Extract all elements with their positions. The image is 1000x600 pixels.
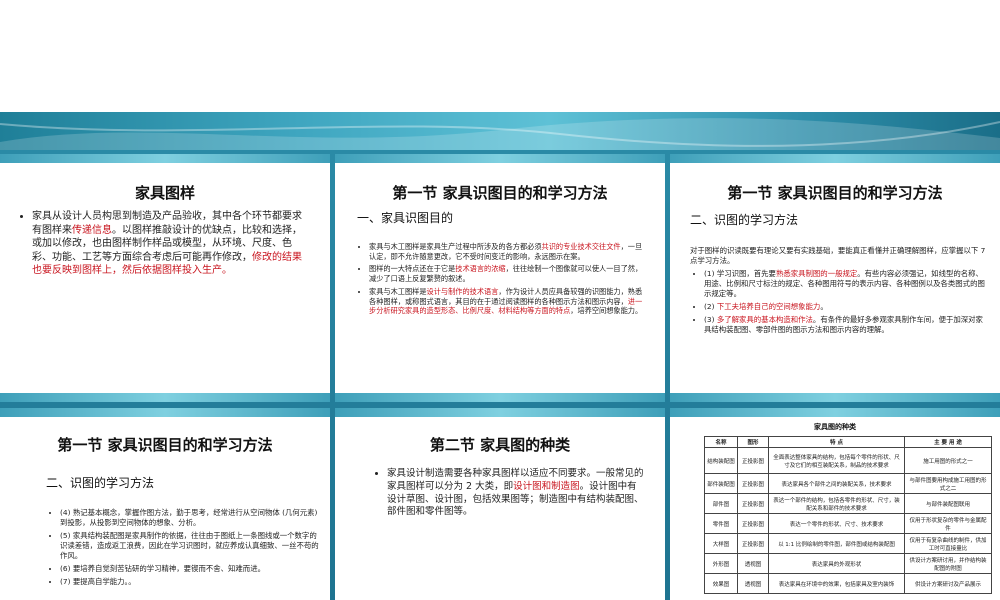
table-row: 大样图 正投影图 以 1:1 比例绘制的零件图，部件图或结构装配图 仅用于有复杂…	[704, 533, 992, 554]
bullet-item: (6) 要培养自觉刻苦钻研的学习精神，要锲而不舍、知难而进。	[60, 564, 322, 574]
slide-title: 第二节 家具图的种类	[429, 436, 571, 454]
table-cell: 表达家具各个部件之间的装配关系，技术要求	[768, 473, 905, 494]
table-cell: 部件装配图	[704, 473, 738, 494]
slide-bottom-strip	[335, 393, 665, 402]
slide-title: 家具图样	[134, 184, 195, 202]
bullet-item: (3) 多了解家具的基本构造和作法。有条件的最好多参观家具制作车间，便于加深对家…	[704, 315, 986, 335]
table-cell: 透视图	[737, 573, 769, 594]
bullet-item: 图样的一大特点还在于它是技术语言的浓缩，往往绘制一个图像就可以使人一目了然，减少…	[369, 264, 649, 283]
slide-thumbnail-5[interactable]: 第二节 家具图的种类 家具设计制造需要各种家具图样以适应不同要求。一般常见的家具…	[335, 408, 665, 600]
table-cell: 正投影图	[737, 493, 769, 514]
table-header-row: 名称 图形 特 点 主 要 用 途	[704, 436, 992, 448]
bullet-item: (5) 家具结构装配图是家具制作的依据，往往由于图纸上一条图线或一个数字的识读差…	[60, 531, 322, 561]
slide-top-strip	[335, 408, 665, 417]
decorative-wave-banner	[0, 112, 1000, 154]
slide-title: 第一节 家具识图目的和学习方法	[392, 184, 608, 202]
slide-thumbnail-6[interactable]: 家具图的种类 名称 图形 特 点 主 要 用 途 结构装配图 正投影图 全面表达…	[670, 408, 1000, 600]
slide-thumbnail-4[interactable]: 第一节 家具识图目的和学习方法 二、识图的学习方法 (4) 熟记基本概念，掌握作…	[0, 408, 330, 600]
furniture-drawing-types-table: 名称 图形 特 点 主 要 用 途 结构装配图 正投影图 全面表达整体家具的结构…	[704, 436, 992, 594]
bullet-item: (2) 下工夫培养自己的空间想象能力。	[704, 302, 986, 312]
bullet-item: 家具与木工图样是家具生产过程中所涉及的各方都必须共识的专业技术交往文件，一旦认定…	[369, 242, 649, 261]
table-cell: 仅用于形状复杂的零件与金属配件	[904, 513, 992, 534]
bullet-item: 家具从设计人员构思到制造及产品验收，其中各个环节都要求有图样来传递信息。以图样推…	[32, 210, 310, 278]
column-header: 名称	[704, 436, 738, 448]
table-cell: 供设计方案研讨及产品展示	[904, 573, 992, 594]
table-cell: 与部件图要用构成施工用图的形式之二	[904, 473, 992, 494]
slide-subtitle: 二、识图的学习方法	[46, 476, 155, 490]
slide-bottom-strip	[670, 393, 1000, 402]
table-cell: 零件图	[704, 513, 738, 534]
slide-top-strip	[670, 408, 1000, 417]
bullet-item: 家具设计制造需要各种家具图样以适应不同要求。一般常见的家具图样可以分为 2 大类…	[387, 468, 645, 519]
slide-top-strip	[670, 154, 1000, 163]
table-cell: 与部件装配图联用	[904, 493, 992, 514]
slide-body: 家具从设计人员构思到制造及产品验收，其中各个环节都要求有图样来传递信息。以图样推…	[18, 210, 310, 281]
table-cell: 正投影图	[737, 447, 769, 474]
table-cell: 透视图	[737, 553, 769, 574]
table-row: 外形图 透视图 表达家具的外观形状 供设计方案研讨用，并作结构装配图的附图	[704, 553, 992, 574]
table-cell: 以 1:1 比例绘制的零件图，部件图或结构装配图	[768, 533, 905, 554]
table-cell: 全面表达整体家具的结构，包括每个零件的形状、尺寸及它们的相互装配关系，制品的技术…	[768, 447, 905, 474]
table-cell: 施工用图的形式之一	[904, 447, 992, 474]
column-header: 特 点	[768, 436, 905, 448]
column-header: 图形	[737, 436, 769, 448]
table-cell: 效果图	[704, 573, 738, 594]
slide-subtitle: 一、家具识图目的	[357, 211, 454, 225]
table-cell: 仅用于有复杂曲线的制件，供加工时可直接量比	[904, 533, 992, 554]
table-cell: 供设计方案研讨用，并作结构装配图的附图	[904, 553, 992, 574]
bullet-item: (1) 学习识图，首先要熟悉家具制图的一般规定。有些内容必须强记，如线型的名称、…	[704, 269, 986, 299]
table-cell: 外形图	[704, 553, 738, 574]
slide-subtitle: 二、识图的学习方法	[690, 213, 799, 227]
bullet-item: 家具与木工图样是设计与制作的技术语言，作为设计人员应具备较强的识图能力，熟悉各种…	[369, 287, 649, 316]
table-cell: 大样图	[704, 533, 738, 554]
slide-top-strip	[0, 408, 330, 417]
slide-body: 家具设计制造需要各种家具图样以适应不同要求。一般常见的家具图样可以分为 2 大类…	[373, 468, 645, 522]
table-cell: 表达家具在环境中的效果，包括家具及室内装饰	[768, 573, 905, 594]
table-row: 部件图 正投影图 表达一个部件的结构，包括各零件的形状、尺寸，装配关系和部件的技…	[704, 493, 992, 514]
slide-body: 家具与木工图样是家具生产过程中所涉及的各方都必须共识的专业技术交往文件，一旦认定…	[355, 242, 649, 319]
slide-title: 第一节 家具识图目的和学习方法	[727, 184, 943, 202]
table-cell: 部件图	[704, 493, 738, 514]
table-row: 结构装配图 正投影图 全面表达整体家具的结构，包括每个零件的形状、尺寸及它们的相…	[704, 447, 992, 474]
slide-bottom-strip	[0, 393, 330, 402]
table-cell: 结构装配图	[704, 447, 738, 474]
table-cell: 表达家具的外观形状	[768, 553, 905, 574]
table-cell: 表达一个部件的结构，包括各零件的形状、尺寸，装配关系和部件的技术要求	[768, 493, 905, 514]
slide-title: 第一节 家具识图目的和学习方法	[57, 436, 273, 454]
slide-thumbnail-1[interactable]: 家具图样 家具从设计人员构思到制造及产品验收，其中各个环节都要求有图样来传递信息…	[0, 154, 330, 402]
slide-top-strip	[335, 154, 665, 163]
slide-thumbnail-2[interactable]: 第一节 家具识图目的和学习方法 一、家具识图目的 家具与木工图样是家具生产过程中…	[335, 154, 665, 402]
intro-text: 对于图样的识读既要有理论又要有实践基础，要能真正看懂并正确理解图样，应掌握以下 …	[690, 246, 986, 265]
table-row: 零件图 正投影图 表达一个零件的形状、尺寸、技术要求 仅用于形状复杂的零件与金属…	[704, 513, 992, 534]
bullet-item: (7) 要提高自学能力。。	[60, 577, 322, 587]
table-row: 效果图 透视图 表达家具在环境中的效果，包括家具及室内装饰 供设计方案研讨及产品…	[704, 573, 992, 594]
table-cell: 正投影图	[737, 473, 769, 494]
table-title: 家具图的种类	[814, 423, 856, 431]
table-cell: 正投影图	[737, 533, 769, 554]
slide-body: (4) 熟记基本概念，掌握作图方法，勤于思考，经常进行从空间物体 (几何元素) …	[46, 508, 322, 590]
table-cell: 表达一个零件的形状、尺寸、技术要求	[768, 513, 905, 534]
table-row: 部件装配图 正投影图 表达家具各个部件之间的装配关系，技术要求 与部件图要用构成…	[704, 473, 992, 494]
column-header: 主 要 用 途	[904, 436, 992, 448]
slide-body: 对于图样的识读既要有理论又要有实践基础，要能真正看懂并正确理解图样，应掌握以下 …	[690, 246, 986, 338]
slide-thumbnail-3[interactable]: 第一节 家具识图目的和学习方法 二、识图的学习方法 对于图样的识读既要有理论又要…	[670, 154, 1000, 402]
table-cell: 正投影图	[737, 513, 769, 534]
bullet-item: (4) 熟记基本概念，掌握作图方法，勤于思考，经常进行从空间物体 (几何元素) …	[60, 508, 322, 528]
slide-thumbnail-grid: 家具图样 家具从设计人员构思到制造及产品验收，其中各个环节都要求有图样来传递信息…	[0, 150, 1000, 600]
slide-top-strip	[0, 154, 330, 163]
